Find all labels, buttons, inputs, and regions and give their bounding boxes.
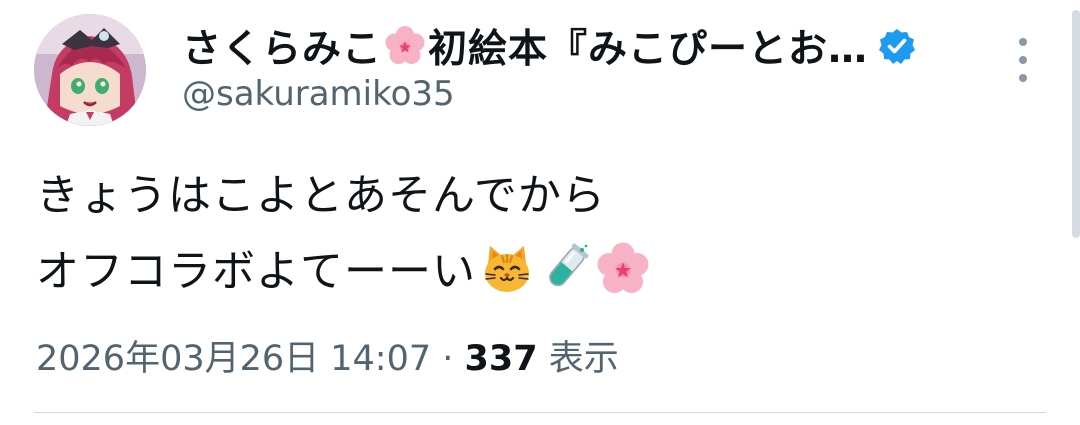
avatar-image <box>34 14 146 126</box>
more-dot-icon <box>1019 74 1027 82</box>
tweet-line-1: きょうはこよとあそんでから <box>36 171 606 221</box>
test-tube-emoji-icon <box>538 242 592 296</box>
cat-face-emoji-icon <box>480 242 534 296</box>
verified-badge-icon[interactable] <box>878 27 916 65</box>
author-name-row[interactable]: さくらみこ 初絵本『みこぴーとお… <box>182 20 916 72</box>
tweet-meta: 2026年03月26日 14:07 · 337 表示 <box>36 330 619 381</box>
divider <box>34 412 1046 413</box>
more-dot-icon <box>1019 56 1027 64</box>
more-options-button[interactable] <box>1006 38 1040 82</box>
author-handle[interactable]: @sakuramiko35 <box>182 74 455 114</box>
display-name-rest[interactable]: 初絵本『みこぴーとお… <box>428 18 868 74</box>
more-dot-icon <box>1019 38 1027 46</box>
tweet-line-2-text: オフコラボよてーーい <box>36 247 476 297</box>
views-label[interactable]: 表示 <box>538 339 619 379</box>
meta-separator: · <box>431 339 465 379</box>
avatar[interactable] <box>34 14 146 126</box>
cherry-blossom-icon <box>384 25 426 67</box>
tweet-card[interactable]: さくらみこ 初絵本『みこぴーとお… @sakuramiko35 きょうはこよとあ… <box>0 0 1080 425</box>
tweet-text: きょうはこよとあそんでから オフコラボよてーーい <box>36 158 650 310</box>
display-name[interactable]: さくらみこ <box>182 18 382 74</box>
timestamp[interactable]: 2026年03月26日 14:07 <box>36 339 431 379</box>
cherry-blossom-emoji-icon <box>596 242 650 296</box>
views-count[interactable]: 337 <box>465 339 538 379</box>
tweet-line-2: オフコラボよてーーい <box>36 234 650 310</box>
scrollbar[interactable] <box>1072 10 1080 238</box>
